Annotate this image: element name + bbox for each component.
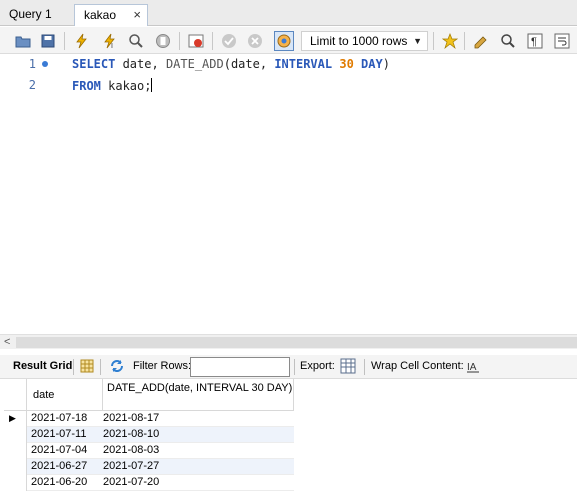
- table-row[interactable]: 2021-07-11 2021-08-10: [4, 427, 294, 443]
- code-token: DAY: [361, 57, 383, 71]
- column-header-date[interactable]: date: [27, 379, 103, 411]
- refresh-icon[interactable]: [109, 359, 125, 376]
- limit-rows-select[interactable]: Limit to 1000 rows ▼: [301, 31, 428, 51]
- code-line-2[interactable]: FROM kakao;: [72, 78, 153, 93]
- wrap-cell-icon[interactable]: IA: [467, 359, 479, 376]
- execute-icon[interactable]: [72, 31, 92, 51]
- export-icon[interactable]: [340, 358, 357, 377]
- svg-text:I: I: [111, 43, 113, 49]
- explain-icon[interactable]: [126, 31, 146, 51]
- code-token: DATE_ADD: [165, 57, 224, 71]
- add-snippet-icon[interactable]: [440, 31, 460, 51]
- execute-current-icon[interactable]: I: [100, 31, 120, 51]
- result-grid: date DATE_ADD(date, INTERVAL 30 DAY) ▶ 20…: [4, 379, 294, 491]
- table-row[interactable]: 2021-06-27 2021-07-27: [4, 459, 294, 475]
- commit-icon[interactable]: [219, 31, 239, 51]
- results-toolbar: Result Grid Filter Rows: Export: Wrap Ce…: [0, 355, 577, 379]
- code-token: kakao;: [100, 79, 152, 93]
- current-row-arrow-icon: ▶: [9, 413, 16, 423]
- code-token: INTERVAL: [274, 57, 333, 71]
- table-row[interactable]: ▶ 2021-07-18 2021-08-17: [4, 411, 294, 427]
- grid-view-icon[interactable]: [80, 359, 94, 376]
- table-cell[interactable]: 2021-07-04: [31, 444, 87, 456]
- code-token: SELECT: [72, 57, 116, 71]
- close-tab-icon[interactable]: ×: [133, 5, 141, 25]
- chevron-down-icon: ▼: [413, 36, 422, 46]
- invisible-chars-icon[interactable]: ¶: [525, 31, 545, 51]
- tab-query-1[interactable]: Query 1: [0, 4, 74, 26]
- wrap-cell-label: Wrap Cell Content:: [371, 360, 464, 372]
- autocommit-icon[interactable]: [274, 31, 294, 51]
- filter-rows-label: Filter Rows:: [133, 360, 192, 372]
- row-selector[interactable]: [4, 475, 27, 491]
- column-header-date-add[interactable]: DATE_ADD(date, INTERVAL 30 DAY): [103, 379, 294, 411]
- stop-icon[interactable]: [153, 31, 173, 51]
- grid-corner[interactable]: [4, 379, 27, 411]
- table-cell[interactable]: 2021-07-20: [103, 476, 159, 488]
- editor-toolbar: I Limit to 1000 rows ▼ ¶: [0, 27, 577, 54]
- code-token: 30: [339, 57, 354, 71]
- code-token: FROM: [72, 79, 101, 93]
- result-grid-label[interactable]: Result Grid: [13, 360, 72, 372]
- table-row[interactable]: 2021-07-04 2021-08-03: [4, 443, 294, 459]
- table-cell[interactable]: 2021-06-20: [31, 476, 87, 488]
- table-cell[interactable]: 2021-07-18: [31, 412, 87, 424]
- line-number: 1: [28, 57, 36, 71]
- code-line-1[interactable]: SELECT date, DATE_ADD(date, INTERVAL 30 …: [72, 57, 390, 71]
- find-icon[interactable]: [498, 31, 518, 51]
- beautify-icon[interactable]: [471, 31, 491, 51]
- sql-editor[interactable]: 1 SELECT date, DATE_ADD(date, INTERVAL 3…: [0, 54, 577, 334]
- tab-bar: Query 1 kakao ×: [0, 0, 577, 26]
- toggle-error-icon[interactable]: [186, 31, 206, 51]
- table-cell[interactable]: 2021-08-10: [103, 428, 159, 440]
- scroll-left-icon[interactable]: <: [4, 336, 10, 348]
- rollback-icon[interactable]: [245, 31, 265, 51]
- text-cursor: [151, 78, 153, 92]
- code-token: (date,: [223, 57, 275, 71]
- row-selector[interactable]: [4, 443, 27, 459]
- table-cell[interactable]: 2021-06-27: [31, 460, 87, 472]
- editor-horizontal-scrollbar[interactable]: <: [0, 334, 577, 349]
- statement-marker-icon: [42, 61, 48, 67]
- line-number: 2: [28, 78, 36, 92]
- code-token: date,: [115, 57, 166, 71]
- scrollbar-thumb[interactable]: [16, 337, 577, 348]
- grid-header: date DATE_ADD(date, INTERVAL 30 DAY): [4, 379, 294, 411]
- save-icon[interactable]: [38, 31, 58, 51]
- table-row[interactable]: 2021-06-20 2021-07-20: [4, 475, 294, 491]
- svg-text:¶: ¶: [531, 36, 537, 48]
- table-cell[interactable]: 2021-07-11: [31, 428, 86, 440]
- tab-kakao[interactable]: kakao ×: [74, 4, 148, 26]
- row-selector[interactable]: ▶: [4, 411, 27, 427]
- svg-text:IA: IA: [467, 362, 477, 373]
- limit-rows-value: Limit to 1000 rows: [310, 34, 408, 48]
- tab-label: kakao: [84, 8, 117, 22]
- export-label: Export:: [300, 360, 335, 372]
- filter-rows-input[interactable]: [190, 357, 290, 377]
- open-folder-icon[interactable]: [13, 31, 33, 51]
- table-cell[interactable]: 2021-07-27: [103, 460, 159, 472]
- row-selector[interactable]: [4, 459, 27, 475]
- table-cell[interactable]: 2021-08-03: [103, 444, 159, 456]
- word-wrap-icon[interactable]: [552, 31, 572, 51]
- table-cell[interactable]: 2021-08-17: [103, 412, 159, 424]
- row-selector[interactable]: [4, 427, 27, 443]
- code-token: ): [382, 57, 390, 71]
- tab-label: Query 1: [9, 7, 52, 21]
